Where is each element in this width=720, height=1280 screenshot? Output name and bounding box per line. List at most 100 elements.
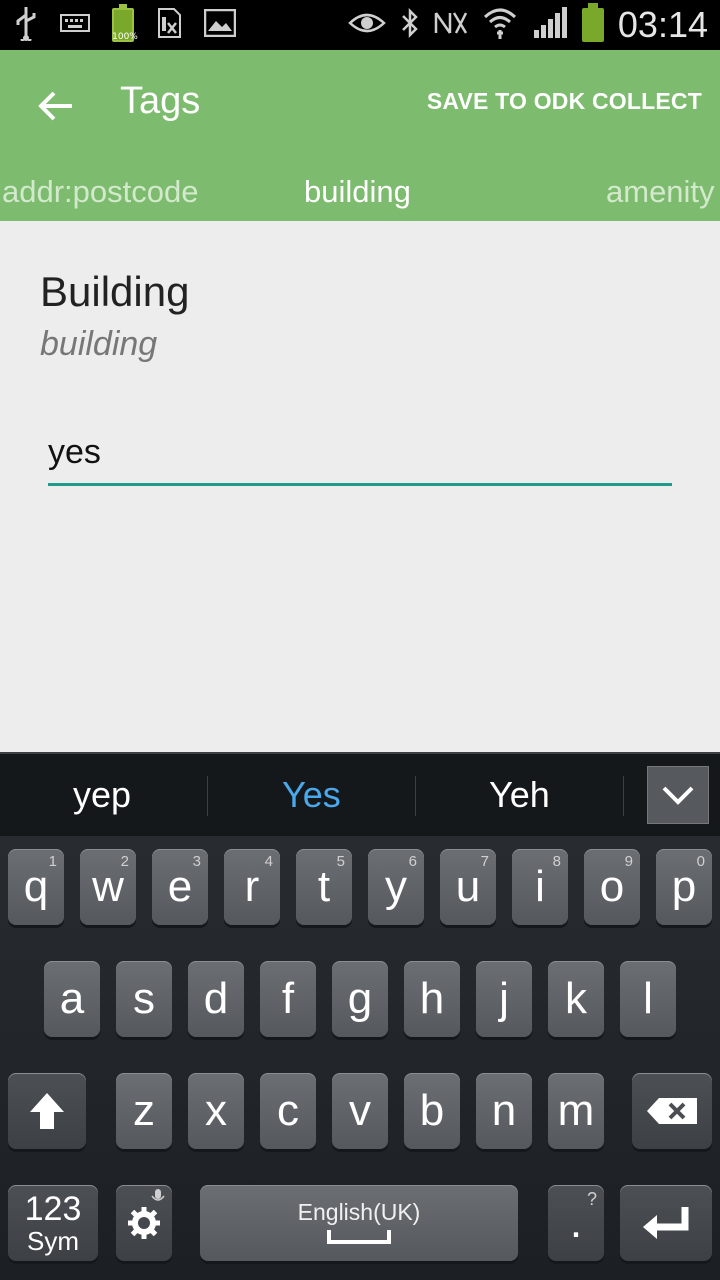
suggestion-divider [415, 776, 416, 816]
usb-icon [14, 5, 38, 45]
key-d[interactable]: d [188, 961, 244, 1037]
symbols-key[interactable]: 123 Sym [8, 1185, 98, 1261]
key-label: x [205, 1086, 227, 1135]
collapse-suggestions-button[interactable] [647, 766, 709, 824]
key-x[interactable]: x [188, 1073, 244, 1149]
key-v[interactable]: v [332, 1073, 388, 1149]
mic-hint-icon [151, 1189, 165, 1201]
key-p[interactable]: 0p [656, 849, 712, 925]
key-label: u [455, 862, 481, 911]
key-label: p [671, 862, 697, 911]
key-hint: 9 [624, 853, 633, 870]
key-e[interactable]: 3e [152, 849, 208, 925]
key-o[interactable]: 9o [584, 849, 640, 925]
image-icon [203, 8, 237, 41]
key-hint: 8 [552, 853, 561, 870]
key-label: s [133, 974, 155, 1023]
key-i[interactable]: 8i [512, 849, 568, 925]
suggestion-item[interactable]: Yeh [489, 774, 550, 816]
key-label: k [565, 974, 587, 1023]
battery-small-icon: 100% [112, 4, 138, 42]
wifi-icon [482, 5, 518, 45]
key-hint: 4 [264, 853, 273, 870]
key-c[interactable]: c [260, 1073, 316, 1149]
system-icons: 03:14 [348, 0, 720, 50]
symbols-key-top: 123 [24, 1190, 82, 1228]
notification-icons: 100% [14, 4, 237, 45]
key-label: n [491, 1086, 517, 1135]
clock: 03:14 [617, 4, 708, 45]
symbols-key-bottom: Sym [27, 1226, 79, 1256]
key-label: h [419, 974, 445, 1023]
period-key[interactable]: ? . [548, 1185, 604, 1261]
backspace-key[interactable] [632, 1073, 712, 1149]
key-y[interactable]: 6y [368, 849, 424, 925]
key-label: b [419, 1086, 445, 1135]
suggestion-item[interactable]: yep [73, 774, 131, 816]
key-u[interactable]: 7u [440, 849, 496, 925]
key-label: g [347, 974, 373, 1023]
key-f[interactable]: f [260, 961, 316, 1037]
key-j[interactable]: j [476, 961, 532, 1037]
space-language-label: English(UK) [297, 1198, 421, 1225]
key-label: r [244, 862, 260, 911]
key-label: . [569, 1198, 583, 1247]
back-button[interactable] [30, 80, 82, 132]
key-l[interactable]: l [620, 961, 676, 1037]
settings-key[interactable] [116, 1185, 172, 1261]
key-hint: 7 [480, 853, 489, 870]
backspace-icon [647, 1098, 697, 1124]
key-w[interactable]: 2w [80, 849, 136, 925]
key-h[interactable]: h [404, 961, 460, 1037]
key-hint: 3 [192, 853, 201, 870]
key-n[interactable]: n [476, 1073, 532, 1149]
key-k[interactable]: k [548, 961, 604, 1037]
suggestion-bar: yep Yes Yeh [0, 752, 720, 836]
key-hint: 2 [120, 853, 129, 870]
sim-icon [156, 7, 182, 43]
bluetooth-icon [400, 7, 420, 43]
key-r[interactable]: 4r [224, 849, 280, 925]
key-hint: 1 [48, 853, 57, 870]
key-label: q [23, 862, 49, 911]
save-to-odk-collect-button[interactable]: SAVE TO ODK COLLECT [427, 88, 702, 115]
arrow-left-icon [38, 91, 72, 121]
key-m[interactable]: m [548, 1073, 604, 1149]
signal-icon [532, 6, 568, 44]
tab-building[interactable]: building [304, 174, 411, 210]
key-label: a [59, 974, 85, 1023]
shift-key[interactable] [8, 1073, 86, 1149]
tab-addr-postcode[interactable]: addr:postcode [2, 174, 198, 210]
key-label: t [317, 862, 331, 911]
key-s[interactable]: s [116, 961, 172, 1037]
key-z[interactable]: z [116, 1073, 172, 1149]
key-label: l [643, 974, 653, 1023]
key-t[interactable]: 5t [296, 849, 352, 925]
key-label: e [167, 862, 193, 911]
key-label: z [133, 1086, 155, 1135]
key-label: v [349, 1086, 371, 1135]
key-q[interactable]: 1q [8, 849, 64, 925]
tag-tabs: addr:postcode building amenity [0, 162, 720, 221]
key-b[interactable]: b [404, 1073, 460, 1149]
space-key[interactable]: English(UK) [200, 1185, 518, 1261]
key-a[interactable]: a [44, 961, 100, 1037]
chevron-down-icon [662, 786, 694, 805]
suggestion-divider [623, 776, 624, 816]
suggestion-item[interactable]: Yes [282, 774, 341, 816]
tab-amenity[interactable]: amenity [606, 174, 715, 210]
tag-value-input[interactable] [48, 422, 672, 486]
key-hint: 6 [408, 853, 417, 870]
page-title: Tags [120, 80, 201, 122]
key-hint: ? [586, 1189, 597, 1209]
key-label: y [385, 862, 407, 911]
key-g[interactable]: g [332, 961, 388, 1037]
key-label: w [92, 862, 124, 911]
nfc-icon [434, 9, 468, 41]
key-label: d [203, 974, 229, 1023]
key-label: c [277, 1086, 299, 1135]
battery-small-label: 100% [112, 32, 138, 42]
enter-key[interactable] [620, 1185, 712, 1261]
key-hint: 0 [696, 853, 705, 870]
key-label: j [499, 974, 509, 1023]
